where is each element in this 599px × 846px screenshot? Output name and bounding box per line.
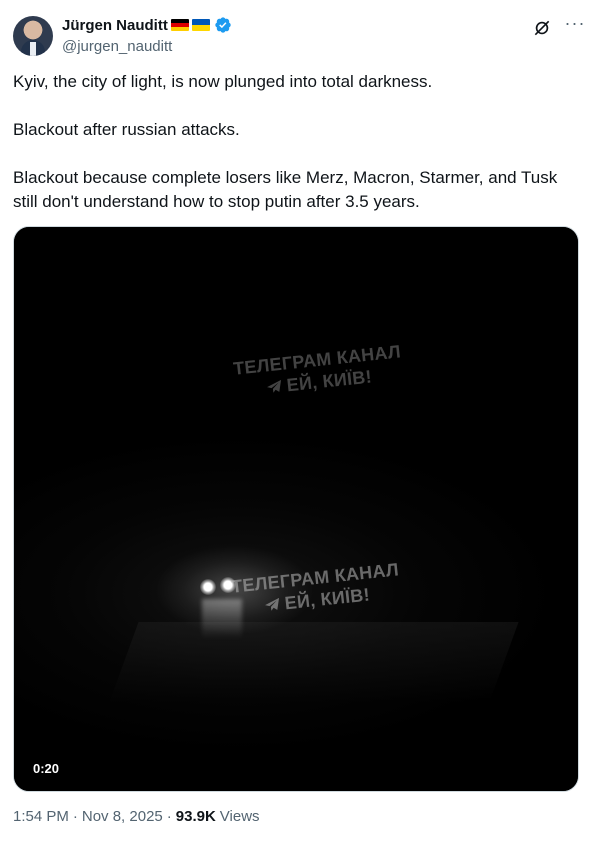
video-player[interactable]: ТЕЛЕГРАМ КАНАЛ ЕЙ, КИЇВ! ТЕЛЕГРАМ КАНАЛ … <box>13 226 579 792</box>
video-frame <box>14 227 578 791</box>
road-shadow <box>109 622 519 702</box>
views-count: 93.9K <box>175 808 216 825</box>
verified-badge-icon <box>215 17 231 33</box>
tweet-paragraph: Blackout because complete losers like Me… <box>13 168 558 211</box>
author-name-row: Jürgen Nauditt <box>62 16 232 34</box>
germany-flag-icon <box>170 19 189 31</box>
meta-separator: · <box>72 808 78 825</box>
tweet-text: Kyiv, the city of light, is now plunged … <box>13 70 585 214</box>
views-label: Views <box>219 808 260 825</box>
video-duration: 0:20 <box>27 758 66 780</box>
tweet-paragraph: Blackout after russian attacks. <box>13 120 240 139</box>
grok-icon[interactable] <box>532 18 552 38</box>
meta-separator: · <box>166 808 172 825</box>
more-options-icon[interactable]: ··· <box>564 14 586 38</box>
tweet-header: Jürgen Nauditt @jurgen_nauditt ··· <box>13 14 586 58</box>
telegram-icon <box>267 379 282 393</box>
tweet-paragraph: Kyiv, the city of light, is now plunged … <box>13 72 433 91</box>
tweet-time[interactable]: 1:54 PM <box>13 808 69 825</box>
ukraine-flag-icon <box>191 19 210 31</box>
tweet-meta: 1:54 PM · Nov 8, 2025 · 93.9K Views <box>13 808 260 825</box>
avatar[interactable] <box>13 16 53 56</box>
author-name[interactable]: Jürgen Nauditt <box>62 17 168 34</box>
tweet-date[interactable]: Nov 8, 2025 <box>82 808 163 825</box>
author-handle[interactable]: @jurgen_nauditt <box>62 38 172 55</box>
telegram-icon <box>265 597 280 611</box>
